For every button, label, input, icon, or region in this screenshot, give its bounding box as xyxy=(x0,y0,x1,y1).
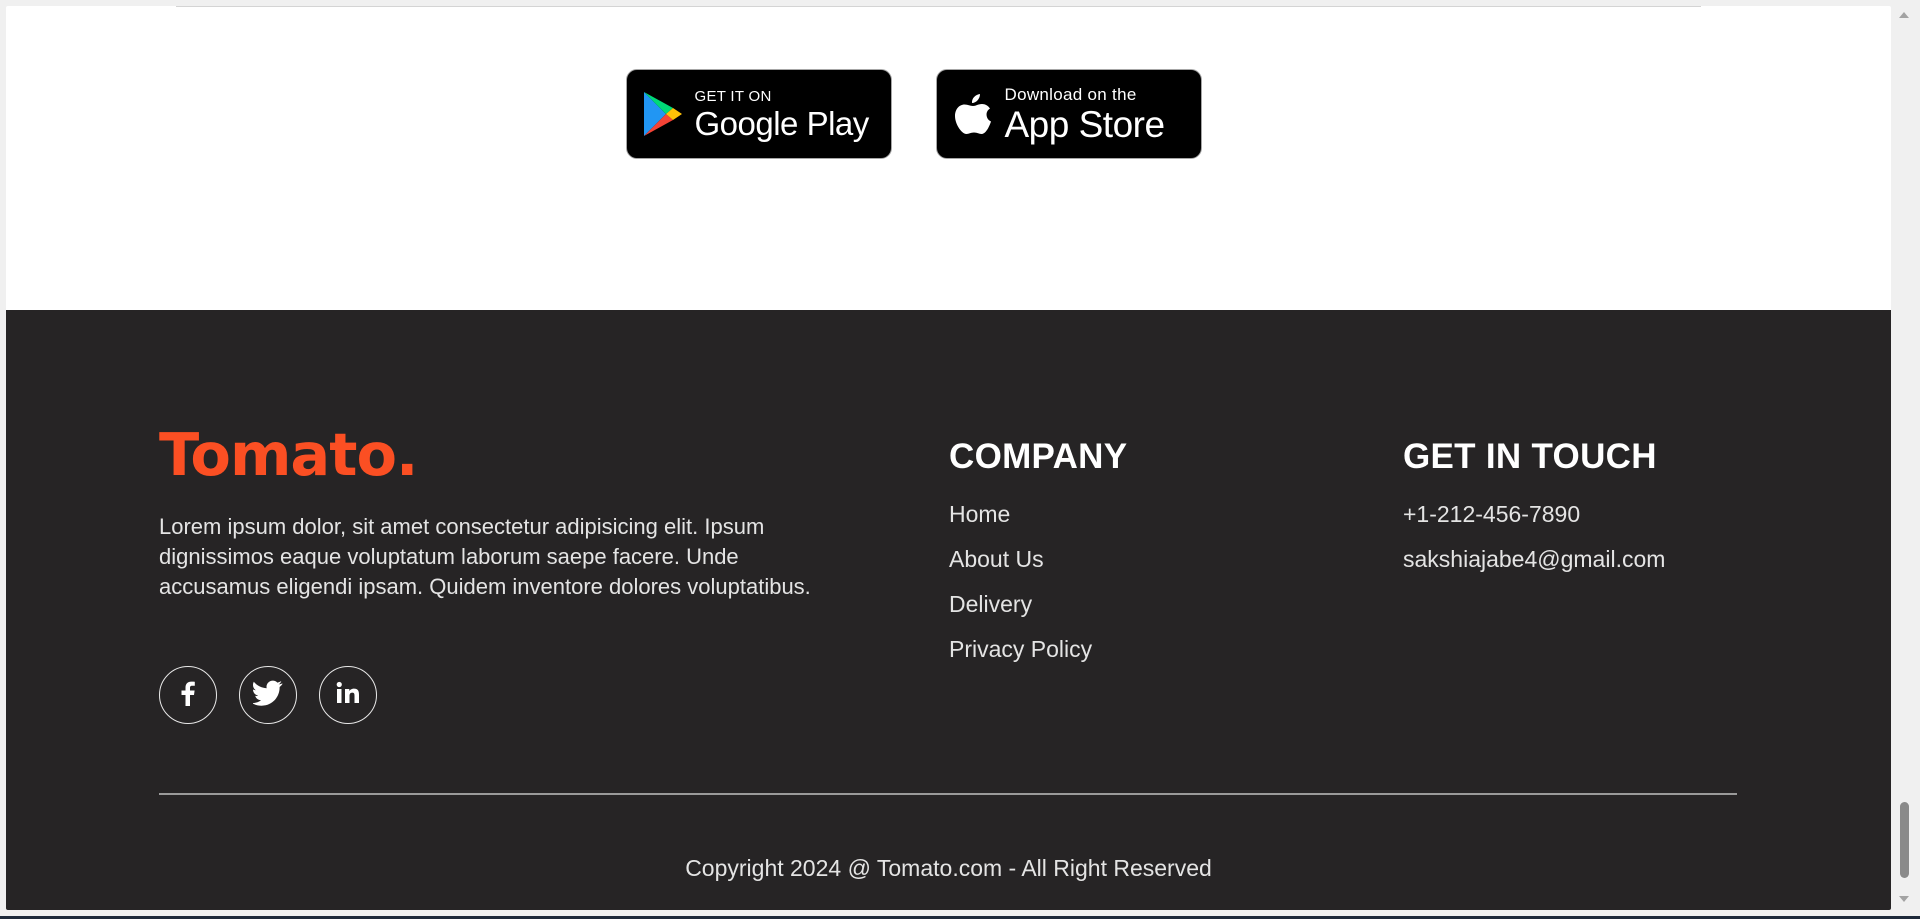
scrollbar-thumb[interactable] xyxy=(1900,802,1909,878)
contact-phone[interactable]: +1-212-456-7890 xyxy=(1403,492,1665,537)
top-divider xyxy=(176,6,1701,7)
google-play-small-label: GET IT ON xyxy=(694,87,772,105)
footer-link-privacy-policy[interactable]: Privacy Policy xyxy=(949,627,1092,672)
apple-icon xyxy=(951,87,995,141)
google-play-big-label: Google Play xyxy=(694,104,870,142)
copyright-text: Copyright 2024 @ Tomato.com - All Right … xyxy=(685,855,1212,881)
footer-link-home[interactable]: Home xyxy=(949,492,1092,537)
brand-logo[interactable]: Tomato. xyxy=(159,420,418,489)
footer-link-about-us[interactable]: About Us xyxy=(949,537,1092,582)
app-store-big-label: App Store xyxy=(1004,103,1166,145)
app-store-badges: GET IT ON Google Play Download on the Ap… xyxy=(6,69,1891,159)
browser-viewport: GET IT ON Google Play Download on the Ap… xyxy=(6,6,1891,910)
vertical-scrollbar[interactable] xyxy=(1896,6,1913,910)
linkedin-button[interactable] xyxy=(319,666,377,724)
google-play-badge[interactable]: GET IT ON Google Play xyxy=(625,69,892,159)
company-links: Home About Us Delivery Privacy Policy xyxy=(949,492,1092,672)
footer-description: Lorem ipsum dolor, sit amet consectetur … xyxy=(159,514,811,599)
twitter-button[interactable] xyxy=(239,666,297,724)
twitter-icon xyxy=(251,680,283,711)
contact-email[interactable]: sakshiajabe4@gmail.com xyxy=(1403,537,1665,582)
contact-heading: GET IN TOUCH xyxy=(1403,437,1657,476)
google-play-icon xyxy=(641,87,685,141)
footer-link-delivery[interactable]: Delivery xyxy=(949,582,1092,627)
footer-divider xyxy=(159,793,1737,795)
scroll-up-arrow-icon[interactable] xyxy=(1899,12,1909,18)
app-store-badge[interactable]: Download on the App Store xyxy=(935,69,1202,159)
app-store-small-label: Download on the xyxy=(1004,84,1137,104)
company-heading: COMPANY xyxy=(949,437,1128,476)
linkedin-icon xyxy=(336,681,360,710)
social-links xyxy=(159,666,377,724)
contact-list: +1-212-456-7890 sakshiajabe4@gmail.com xyxy=(1403,492,1665,582)
facebook-button[interactable] xyxy=(159,666,217,724)
site-footer: Tomato. Lorem ipsum dolor, sit amet cons… xyxy=(6,310,1891,910)
facebook-icon xyxy=(177,680,199,711)
scroll-down-arrow-icon[interactable] xyxy=(1899,896,1909,902)
